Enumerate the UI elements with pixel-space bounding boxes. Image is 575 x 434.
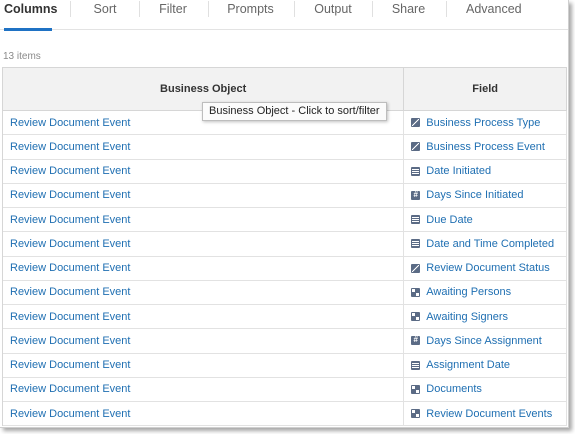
table-row: Review Document Event Documents	[3, 377, 567, 402]
table-row: Review Document Event Days Since Assignme…	[3, 329, 567, 354]
tab-output[interactable]: Output	[314, 0, 352, 30]
single-instance-icon	[411, 263, 421, 273]
tab-sort[interactable]: Sort	[90, 0, 120, 30]
field-link[interactable]: Assignment Date	[426, 359, 510, 371]
field-cell: Business Process Event	[404, 135, 567, 159]
date-icon	[411, 215, 421, 225]
field-cell: Awaiting Persons	[404, 280, 567, 304]
date-icon	[411, 360, 421, 370]
business-object-cell: Review Document Event	[3, 353, 405, 377]
tab-prompts[interactable]: Prompts	[227, 0, 274, 30]
table-row: Review Document Event Review Document Eve…	[3, 402, 567, 427]
business-object-cell: Review Document Event	[3, 329, 405, 353]
sort-filter-tooltip: Business Object - Click to sort/filter	[202, 102, 387, 121]
header-field[interactable]: Field	[404, 68, 567, 110]
tab-divider	[139, 1, 140, 17]
field-link[interactable]: Date Initiated	[426, 165, 491, 177]
field-cell: Days Since Assignment	[404, 329, 567, 353]
field-cell: Documents	[404, 377, 567, 401]
tab-advanced[interactable]: Advanced	[466, 0, 522, 30]
single-instance-icon	[411, 118, 421, 128]
field-link[interactable]: Review Document Status	[426, 262, 550, 274]
field-link[interactable]: Business Process Type	[426, 117, 540, 129]
multi-instance-icon	[411, 409, 421, 419]
tab-bar: Columns Sort Filter Prompts Output Share…	[0, 0, 568, 31]
business-object-cell: Review Document Event	[3, 305, 405, 329]
tab-divider	[446, 1, 447, 17]
business-object-cell: Review Document Event	[3, 280, 405, 304]
business-object-cell: Review Document Event	[3, 159, 405, 183]
report-editor-panel: Columns Sort Filter Prompts Output Share…	[0, 0, 569, 428]
business-object-link[interactable]: Review Document Event	[10, 383, 130, 395]
business-object-cell: Review Document Event	[3, 208, 405, 232]
field-link[interactable]: Documents	[426, 383, 482, 395]
number-icon	[411, 189, 421, 201]
table-row: Review Document Event Awaiting Persons	[3, 280, 567, 305]
field-cell: Date and Time Completed	[404, 232, 567, 256]
field-cell: Business Process Type	[404, 111, 567, 135]
field-cell: Review Document Events	[404, 402, 567, 426]
tab-filter[interactable]: Filter	[158, 0, 188, 30]
date-icon	[411, 239, 421, 249]
table-body: Review Document Event Business Process Ty…	[3, 111, 567, 427]
field-cell: Date Initiated	[404, 159, 567, 183]
field-cell: Review Document Status	[404, 256, 567, 280]
table-row: Review Document Event Assignment Date	[3, 353, 567, 378]
number-icon	[411, 334, 421, 346]
tab-divider	[372, 1, 373, 17]
business-object-cell: Review Document Event	[3, 232, 405, 256]
business-object-link[interactable]: Review Document Event	[10, 262, 130, 274]
business-object-link[interactable]: Review Document Event	[10, 189, 130, 201]
field-link[interactable]: Review Document Events	[426, 408, 552, 420]
field-cell: Due Date	[404, 208, 567, 232]
multi-instance-icon	[411, 312, 421, 322]
table-row: Review Document Event Business Process Ev…	[3, 135, 567, 160]
field-link[interactable]: Date and Time Completed	[426, 238, 554, 250]
field-link[interactable]: Awaiting Persons	[426, 286, 511, 298]
business-object-link[interactable]: Review Document Event	[10, 165, 130, 177]
field-cell: Awaiting Signers	[404, 305, 567, 329]
tab-divider	[208, 1, 209, 17]
business-object-cell: Review Document Event	[3, 402, 405, 426]
business-object-link[interactable]: Review Document Event	[10, 214, 130, 226]
table-row: Review Document Event Date and Time Compl…	[3, 232, 567, 257]
table-row: Review Document Event Date Initiated	[3, 159, 567, 184]
field-cell: Assignment Date	[404, 353, 567, 377]
field-cell: Days Since Initiated	[404, 183, 567, 207]
business-object-link[interactable]: Review Document Event	[10, 286, 130, 298]
single-instance-icon	[411, 142, 421, 152]
business-object-link[interactable]: Review Document Event	[10, 408, 130, 420]
tab-divider	[70, 1, 71, 17]
business-object-link[interactable]: Review Document Event	[10, 359, 130, 371]
business-object-link[interactable]: Review Document Event	[10, 117, 130, 129]
multi-instance-icon	[411, 287, 421, 297]
business-object-cell: Review Document Event	[3, 135, 405, 159]
business-object-cell: Review Document Event	[3, 256, 405, 280]
tab-divider	[294, 1, 295, 17]
business-object-link[interactable]: Review Document Event	[10, 335, 130, 347]
date-icon	[411, 166, 421, 176]
field-link[interactable]: Due Date	[426, 214, 472, 226]
business-object-link[interactable]: Review Document Event	[10, 141, 130, 153]
business-object-link[interactable]: Review Document Event	[10, 311, 130, 323]
table-row: Review Document Event Review Document Sta…	[3, 256, 567, 281]
field-link[interactable]: Days Since Initiated	[426, 189, 523, 201]
business-object-cell: Review Document Event	[3, 377, 405, 401]
field-link[interactable]: Days Since Assignment	[426, 335, 542, 347]
table-row: Review Document Event Awaiting Signers	[3, 305, 567, 330]
field-link[interactable]: Business Process Event	[426, 141, 545, 153]
table-row: Review Document Event Due Date	[3, 208, 567, 233]
field-link[interactable]: Awaiting Signers	[426, 311, 508, 323]
table-row: Review Document Event Days Since Initiate…	[3, 183, 567, 208]
multi-instance-icon	[411, 384, 421, 394]
item-count: 13 items	[3, 51, 41, 62]
tab-share[interactable]: Share	[391, 0, 426, 30]
tab-columns[interactable]: Columns	[4, 0, 57, 31]
business-object-cell: Review Document Event	[3, 183, 405, 207]
business-object-link[interactable]: Review Document Event	[10, 238, 130, 250]
